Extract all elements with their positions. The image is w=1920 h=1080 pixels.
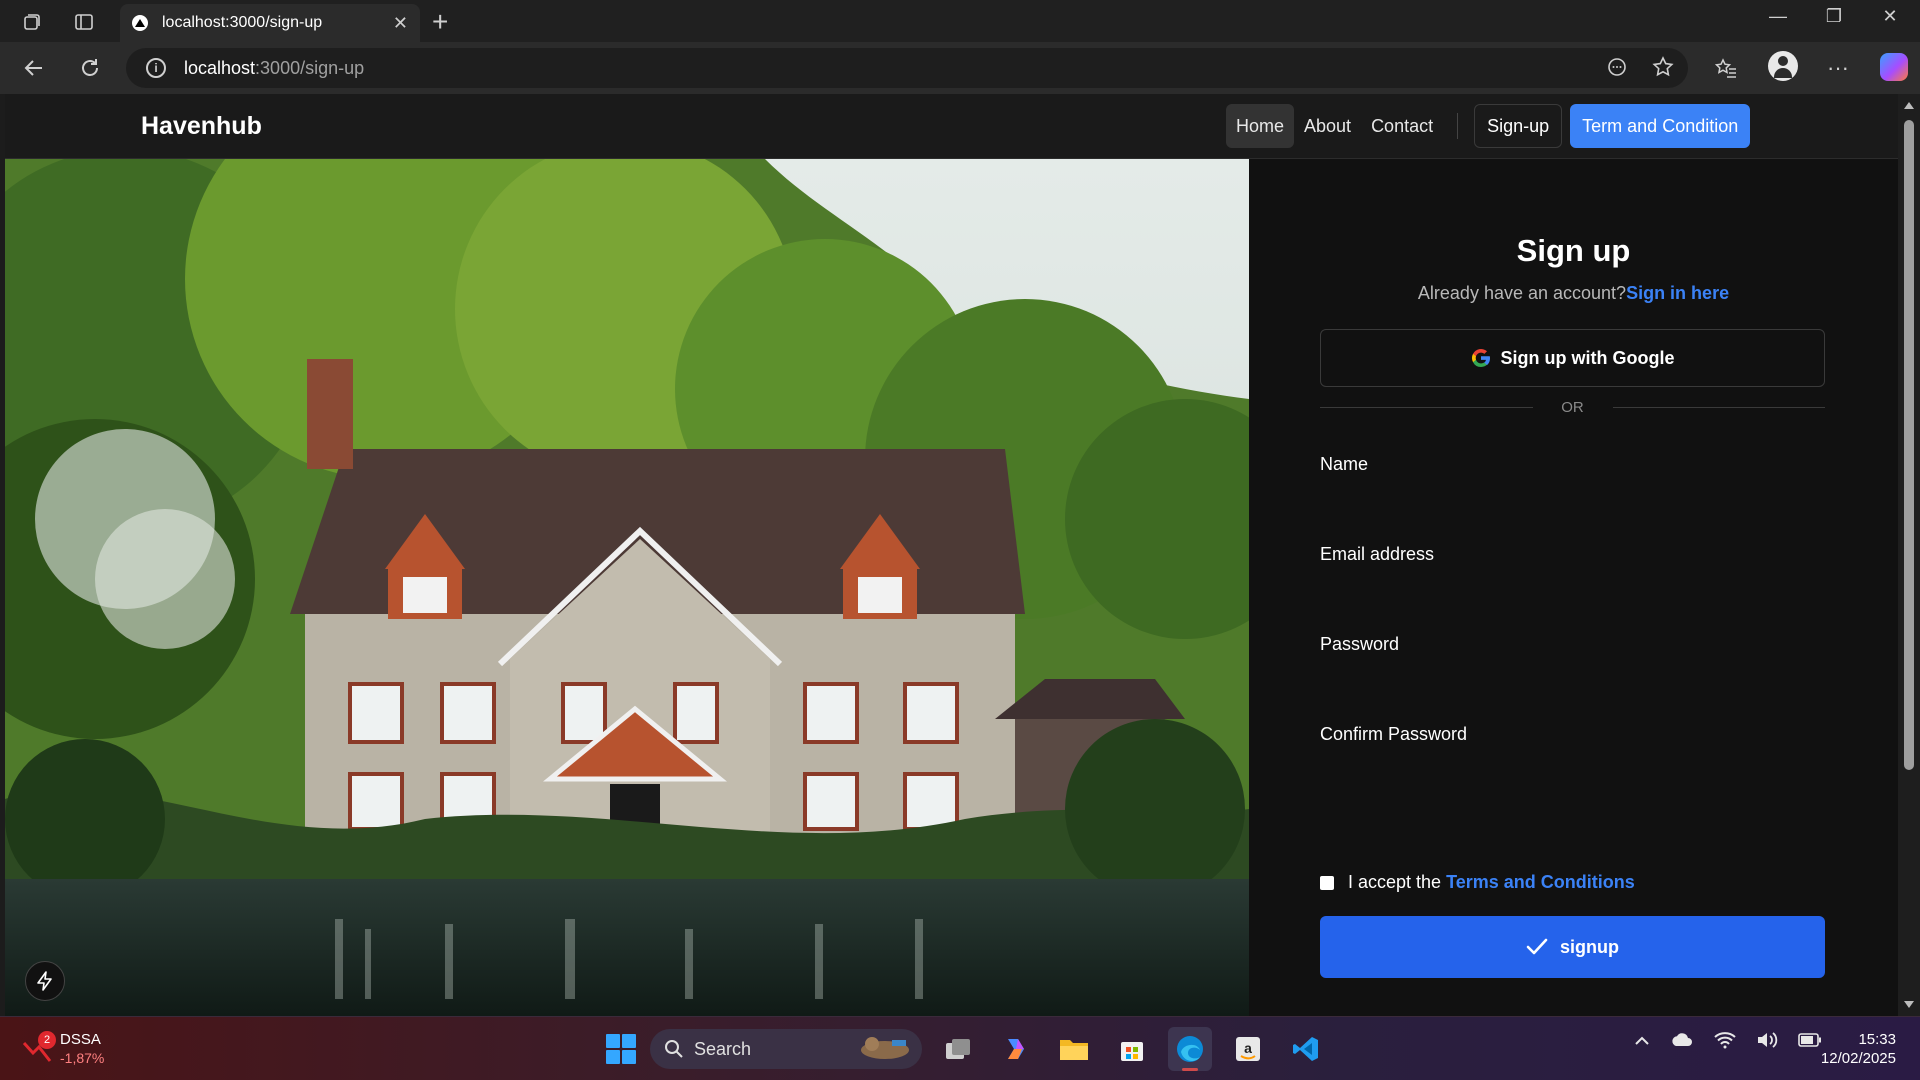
check-icon <box>1526 938 1548 955</box>
task-view-icon[interactable] <box>936 1027 980 1071</box>
reading-mode-icon[interactable] <box>1606 56 1628 84</box>
restore-icon[interactable]: ❐ <box>1814 6 1854 27</box>
lightning-icon[interactable] <box>25 961 65 1001</box>
site-navbar: Havenhub Home About Contact Sign-up Term… <box>5 94 1898 159</box>
workspaces-icon[interactable] <box>18 8 46 36</box>
nav-links: Home About Contact Sign-up Term and Cond… <box>1226 103 1751 149</box>
google-icon <box>1471 349 1490 367</box>
search-icon <box>665 1040 683 1058</box>
taskbar-apps: Search a <box>606 1027 1328 1071</box>
windows-start-icon[interactable] <box>606 1034 636 1064</box>
signup-form-panel: Sign up Already have an account?Sign in … <box>1249 159 1898 1016</box>
profile-icon[interactable] <box>1768 51 1798 81</box>
system-clock[interactable]: 15:33 12/02/2025 <box>1814 1030 1896 1068</box>
nav-link-about[interactable]: About <box>1294 104 1361 148</box>
site-info-icon[interactable]: i <box>146 58 166 78</box>
terms-prefix: I accept the <box>1348 872 1442 892</box>
nav-terms-button[interactable]: Term and Condition <box>1570 104 1751 148</box>
nav-link-home[interactable]: Home <box>1226 104 1295 148</box>
favorites-icon[interactable] <box>1710 52 1742 84</box>
copilot-app-icon[interactable] <box>994 1027 1038 1071</box>
terms-link[interactable]: Terms and Conditions <box>1446 872 1635 892</box>
scroll-up-icon[interactable] <box>1904 102 1914 109</box>
clock-time: 15:33 <box>1858 1031 1896 1048</box>
or-text: OR <box>1561 398 1584 416</box>
chevron-up-icon[interactable] <box>1634 1034 1650 1052</box>
amazon-app-icon[interactable]: a <box>1226 1027 1270 1071</box>
system-tray <box>1634 1031 1822 1054</box>
confirm-password-field[interactable] <box>1320 752 1825 794</box>
browser-toolbar: i localhost:3000/sign-up ··· <box>0 42 1920 94</box>
onedrive-icon[interactable] <box>1670 1031 1694 1054</box>
email-field[interactable] <box>1320 572 1825 614</box>
confirm-password-label: Confirm Password <box>1320 724 1468 744</box>
page-viewport: Havenhub Home About Contact Sign-up Term… <box>5 94 1898 1016</box>
page-scrollbar[interactable] <box>1898 94 1920 1016</box>
signup-submit-button[interactable]: signup <box>1320 916 1825 978</box>
vscode-icon[interactable] <box>1284 1027 1328 1071</box>
favorite-star-icon[interactable] <box>1652 56 1674 84</box>
browser-tab-active[interactable]: localhost:3000/sign-up ✕ <box>120 4 420 42</box>
edge-browser-icon[interactable] <box>1168 1027 1212 1071</box>
terms-row: I accept the Terms and Conditions <box>1320 872 1635 893</box>
stock-name: DSSA <box>60 1031 101 1048</box>
taskbar-search[interactable]: Search <box>650 1029 922 1069</box>
clock-date: 12/02/2025 <box>1820 1050 1896 1067</box>
svg-text:a: a <box>1244 1040 1252 1056</box>
site-favicon <box>132 15 148 31</box>
password-label: Password <box>1320 634 1400 654</box>
new-tab-icon[interactable]: + <box>432 6 448 38</box>
tab-actions-icon[interactable] <box>70 8 98 36</box>
wifi-icon[interactable] <box>1714 1031 1736 1054</box>
google-signup-label: Sign up with Google <box>1500 347 1675 368</box>
page-title: Sign up <box>1516 233 1631 268</box>
close-window-icon[interactable]: ✕ <box>1870 6 1910 27</box>
stock-widget[interactable]: 2 DSSA -1,87% <box>22 1031 104 1067</box>
volume-icon[interactable] <box>1756 1031 1778 1054</box>
windows-taskbar: 2 DSSA -1,87% Search a 15:33 12/02/2025 <box>0 1016 1920 1080</box>
refresh-icon[interactable] <box>74 52 106 84</box>
file-explorer-icon[interactable] <box>1052 1027 1096 1071</box>
signin-link[interactable]: Sign in here <box>1626 283 1729 303</box>
password-field[interactable] <box>1320 662 1825 704</box>
microsoft-store-icon[interactable] <box>1110 1027 1154 1071</box>
tab-close-icon[interactable]: ✕ <box>393 13 408 34</box>
copilot-icon[interactable] <box>1880 53 1908 81</box>
have-account-text: Already have an account? <box>1417 283 1627 303</box>
search-label: Search <box>694 1038 752 1059</box>
url-host: localhost <box>184 57 256 78</box>
address-bar[interactable]: i localhost:3000/sign-up <box>126 48 1688 88</box>
search-highlight-icon <box>858 1032 912 1067</box>
nav-divider <box>1457 113 1459 139</box>
brand-logo[interactable]: Havenhub <box>141 112 262 141</box>
scroll-down-icon[interactable] <box>1904 1001 1914 1008</box>
minimize-icon[interactable]: — <box>1758 6 1798 27</box>
stock-chart-icon: 2 <box>22 1031 56 1063</box>
name-label: Name <box>1320 454 1369 474</box>
stock-change: -1,87% <box>60 1050 105 1066</box>
more-icon[interactable]: ··· <box>1822 52 1854 84</box>
nav-link-contact[interactable]: Contact <box>1361 104 1443 148</box>
hero-house-image <box>5 159 1249 1016</box>
back-icon[interactable] <box>18 52 50 84</box>
browser-tab-bar: localhost:3000/sign-up ✕ + — ❐ ✕ <box>0 0 1920 42</box>
tab-title: localhost:3000/sign-up <box>162 14 323 31</box>
divider-line-left <box>1320 406 1533 408</box>
or-divider: OR <box>1320 397 1825 417</box>
url-path: :3000/sign-up <box>255 57 365 78</box>
google-signup-button[interactable]: Sign up with Google <box>1320 329 1825 387</box>
terms-checkbox[interactable] <box>1320 875 1334 890</box>
notification-badge: 2 <box>38 1031 56 1049</box>
signup-submit-label: signup <box>1560 936 1619 957</box>
signin-prompt: Already have an account?Sign in here <box>1249 283 1898 304</box>
email-label: Email address <box>1320 544 1435 564</box>
divider-line-right <box>1612 406 1825 408</box>
nav-signup-button[interactable]: Sign-up <box>1474 104 1563 148</box>
name-field[interactable] <box>1320 482 1825 524</box>
scroll-thumb[interactable] <box>1904 120 1914 770</box>
